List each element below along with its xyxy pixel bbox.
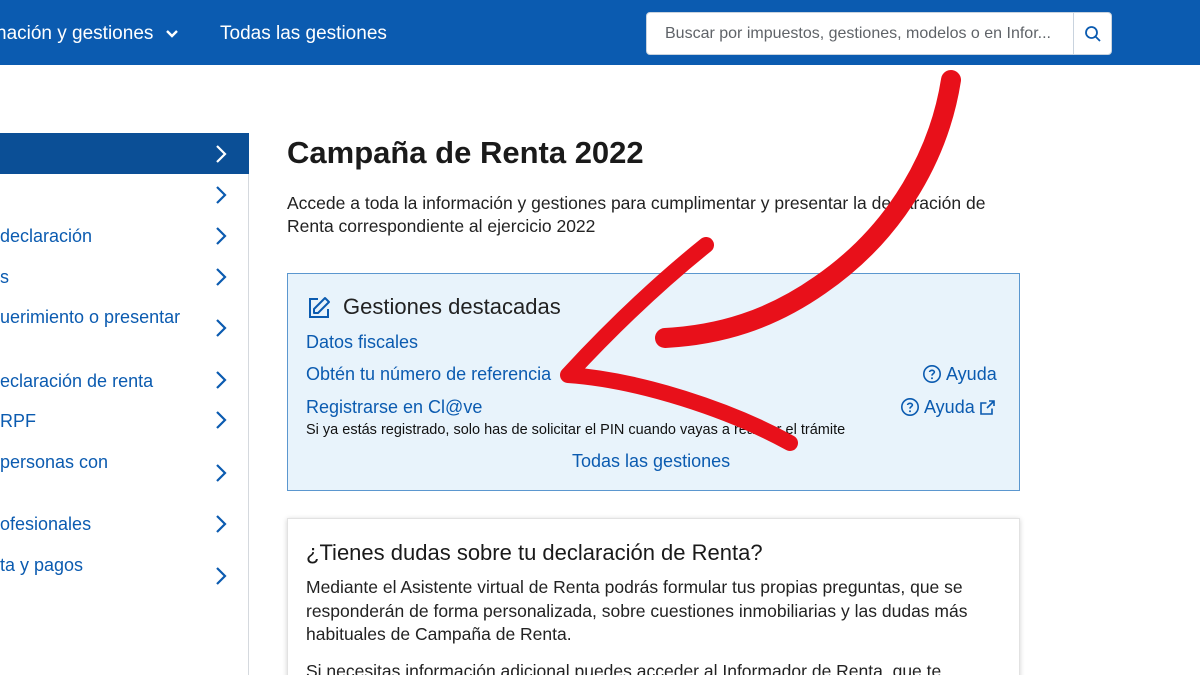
sidebar-item-label: uerimiento o presentar <box>0 307 181 327</box>
search-icon <box>1084 25 1101 42</box>
link-datos-fiscales[interactable]: Datos fiscales <box>306 331 418 353</box>
sidebar-item-label: declaración <box>0 226 93 246</box>
sidebar-item-declaracion-renta[interactable]: eclaración de renta <box>0 370 249 392</box>
sidebar-item-label: RPF <box>0 411 36 431</box>
help-label: Ayuda <box>946 364 997 384</box>
help-label: Ayuda <box>924 397 975 417</box>
sidebar-item-requerimiento[interactable]: uerimiento o presentar <box>0 306 249 350</box>
doubts-text-2: Si necesitas información adicional puede… <box>306 661 942 675</box>
intro-text: Accede a toda la información y gestiones… <box>287 193 986 236</box>
chevron-right-icon <box>216 567 227 585</box>
top-navigation-bar: nación y gestiones Todas las gestiones <box>0 0 1200 65</box>
sidebar-item-label: ofesionales <box>0 514 92 534</box>
sidebar: declaración s uerimiento o presentar ecl… <box>0 133 249 675</box>
sidebar-item-active[interactable] <box>0 133 249 174</box>
help-circle-icon <box>923 365 941 383</box>
sidebar-item-pagos[interactable]: ta y pagos <box>0 554 249 598</box>
help-link-1[interactable]: Ayuda <box>922 363 997 385</box>
clave-note: Si ya estás registrado, solo has de soli… <box>306 422 846 438</box>
sidebar-item-2[interactable] <box>0 185 249 207</box>
sidebar-item-label: personas con <box>0 452 109 472</box>
chevron-right-icon <box>216 145 227 163</box>
help-link-2[interactable]: Ayuda <box>900 396 996 418</box>
sidebar-item-irpf[interactable]: RPF <box>0 410 249 432</box>
nav-menu-label: nación y gestiones <box>0 23 154 44</box>
chevron-right-icon <box>216 464 227 482</box>
search-button[interactable] <box>1073 12 1112 55</box>
sidebar-item-personas[interactable]: personas con <box>0 451 249 495</box>
sidebar-item-label: eclaración de renta <box>0 371 154 391</box>
link-numero-referencia[interactable]: Obtén tu número de referencia <box>306 363 551 385</box>
sidebar-item-label: ta y pagos <box>0 555 84 575</box>
chevron-right-icon <box>216 227 227 245</box>
featured-title: Gestiones destacadas <box>343 294 561 319</box>
sidebar-item-declaracion[interactable]: declaración <box>0 225 249 247</box>
external-link-icon <box>979 399 995 415</box>
page-title: Campaña de Renta 2022 <box>287 135 644 170</box>
chevron-right-icon <box>216 268 227 286</box>
chevron-right-icon <box>216 371 227 389</box>
chevron-right-icon <box>216 515 227 533</box>
nav-menu-informacion-gestiones[interactable]: nación y gestiones <box>0 21 179 47</box>
doubts-title: ¿Tienes dudas sobre tu declaración de Re… <box>306 540 763 565</box>
link-registrarse-clave[interactable]: Registrarse en Cl@ve <box>306 396 482 418</box>
chevron-right-icon <box>216 319 227 337</box>
sidebar-item-profesionales[interactable]: ofesionales <box>0 513 249 535</box>
help-circle-icon <box>901 398 919 416</box>
sidebar-item-label: s <box>0 267 9 287</box>
sidebar-item-s[interactable]: s <box>0 266 249 288</box>
edit-icon <box>309 297 330 318</box>
nav-all-gestiones[interactable]: Todas las gestiones <box>220 21 387 47</box>
link-todas-gestiones[interactable]: Todas las gestiones <box>572 450 730 472</box>
doubts-text: Mediante el Asistente virtual de Renta p… <box>306 577 968 644</box>
chevron-right-icon <box>216 186 227 204</box>
chevron-right-icon <box>216 411 227 429</box>
search-input[interactable] <box>646 12 1074 55</box>
chevron-down-icon <box>165 30 178 38</box>
